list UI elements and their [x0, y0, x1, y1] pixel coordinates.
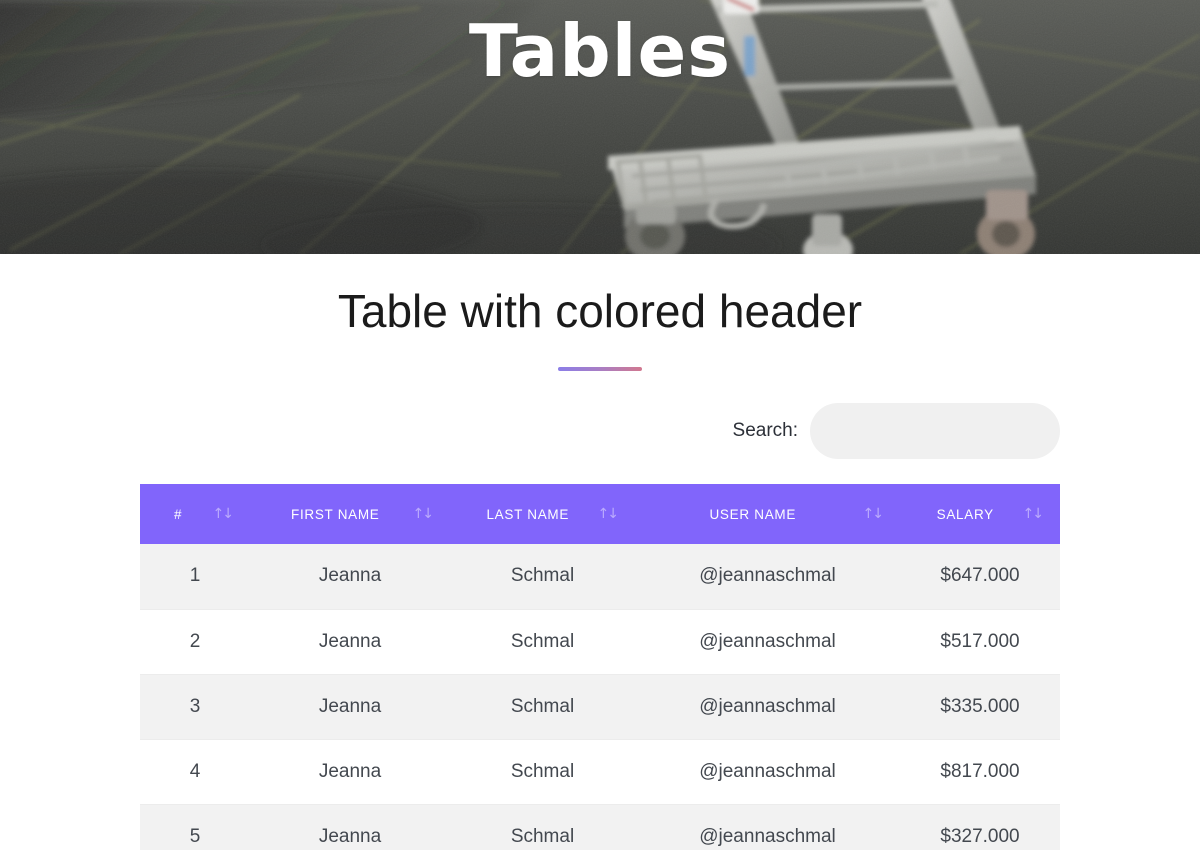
- cell-number: 2: [140, 609, 250, 675]
- sort-icon[interactable]: ↑↓: [213, 507, 235, 521]
- cell-number: 3: [140, 674, 250, 740]
- sort-icon[interactable]: ↑↓: [413, 507, 435, 521]
- cell-first-name: Jeanna: [250, 609, 450, 675]
- cell-last-name: Schmal: [450, 804, 635, 850]
- table-section: Table with colored header Search: # ↑↓ F…: [0, 254, 1200, 850]
- hero-banner: Tables: [0, 0, 1200, 254]
- column-header-last-name[interactable]: LAST NAME ↑↓: [450, 484, 635, 545]
- cell-salary: $817.000: [900, 739, 1060, 805]
- cell-last-name: Schmal: [450, 544, 635, 610]
- column-header-number[interactable]: # ↑↓: [140, 484, 250, 545]
- cell-salary: $517.000: [900, 609, 1060, 675]
- column-header-number-label: #: [174, 506, 183, 522]
- data-table: # ↑↓ FIRST NAME ↑↓ LAST NAME ↑↓ USER NAM…: [140, 484, 1060, 850]
- table-row[interactable]: 1 Jeanna Schmal @jeannaschmal $647.000: [140, 544, 1060, 610]
- column-header-salary[interactable]: SALARY ↑↓: [900, 484, 1060, 545]
- search-area: Search:: [140, 403, 1060, 460]
- cell-user-name: @jeannaschmal: [635, 544, 900, 610]
- title-underline-accent: [558, 367, 642, 372]
- table-row[interactable]: 3 Jeanna Schmal @jeannaschmal $335.000: [140, 674, 1060, 740]
- cell-last-name: Schmal: [450, 739, 635, 805]
- cell-number: 1: [140, 544, 250, 610]
- column-header-user-name[interactable]: USER NAME ↑↓: [635, 484, 900, 545]
- table-row[interactable]: 4 Jeanna Schmal @jeannaschmal $817.000: [140, 739, 1060, 805]
- cell-first-name: Jeanna: [250, 804, 450, 850]
- cell-user-name: @jeannaschmal: [635, 739, 900, 805]
- cell-salary: $335.000: [900, 674, 1060, 740]
- page-title: Table with colored header: [337, 285, 863, 337]
- column-header-last-name-label: LAST NAME: [486, 506, 570, 522]
- sort-icon[interactable]: ↑↓: [1023, 507, 1045, 521]
- cell-user-name: @jeannaschmal: [635, 804, 900, 850]
- sort-icon[interactable]: ↑↓: [598, 507, 620, 521]
- sort-icon[interactable]: ↑↓: [863, 507, 885, 521]
- table-row[interactable]: 2 Jeanna Schmal @jeannaschmal $517.000: [140, 609, 1060, 675]
- cell-user-name: @jeannaschmal: [635, 609, 900, 675]
- table-row[interactable]: 5 Jeanna Schmal @jeannaschmal $327.000: [140, 804, 1060, 850]
- cell-salary: $647.000: [900, 544, 1060, 610]
- table-body: 1 Jeanna Schmal @jeannaschmal $647.000 2…: [140, 544, 1060, 850]
- table-header-row: # ↑↓ FIRST NAME ↑↓ LAST NAME ↑↓ USER NAM…: [140, 484, 1060, 545]
- table-head: # ↑↓ FIRST NAME ↑↓ LAST NAME ↑↓ USER NAM…: [140, 484, 1060, 545]
- column-header-first-name-label: FIRST NAME: [291, 506, 380, 522]
- cell-last-name: Schmal: [450, 609, 635, 675]
- cell-first-name: Jeanna: [250, 544, 450, 610]
- cell-user-name: @jeannaschmal: [635, 674, 900, 740]
- hero-background-photo: [0, 0, 1200, 254]
- cell-number: 5: [140, 804, 250, 850]
- table-container: # ↑↓ FIRST NAME ↑↓ LAST NAME ↑↓ USER NAM…: [140, 484, 1060, 850]
- cell-last-name: Schmal: [450, 674, 635, 740]
- column-header-salary-label: SALARY: [936, 506, 994, 522]
- column-header-first-name[interactable]: FIRST NAME ↑↓: [250, 484, 450, 545]
- cell-salary: $327.000: [900, 804, 1060, 850]
- search-input[interactable]: [810, 403, 1060, 460]
- cell-first-name: Jeanna: [250, 739, 450, 805]
- search-label: Search:: [732, 420, 798, 442]
- cell-number: 4: [140, 739, 250, 805]
- column-header-user-name-label: USER NAME: [709, 506, 797, 522]
- cell-first-name: Jeanna: [250, 674, 450, 740]
